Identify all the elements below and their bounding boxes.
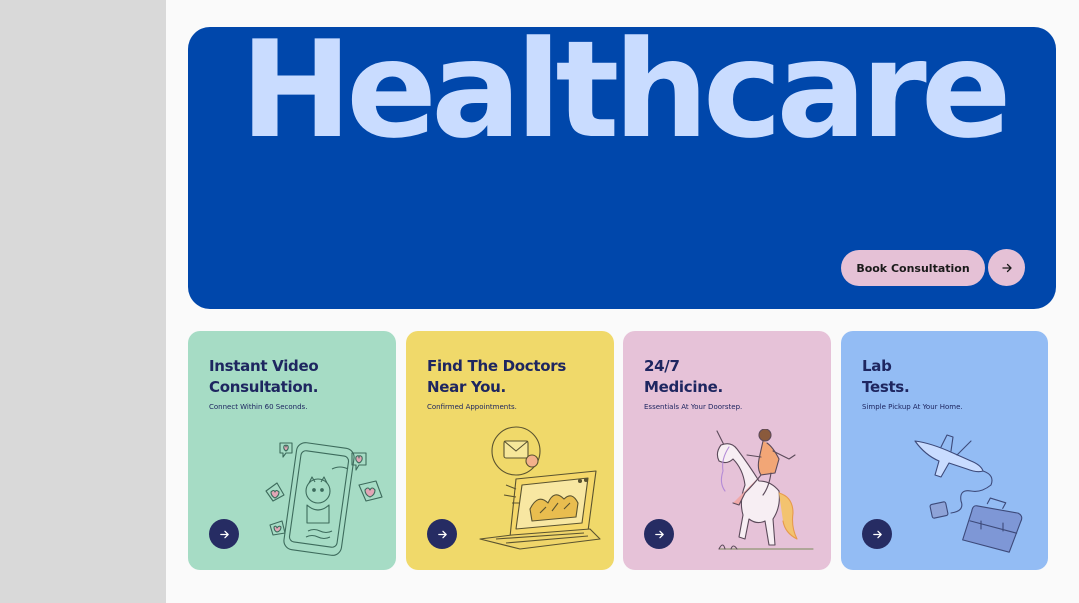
card-title: Lab Tests. <box>862 357 910 396</box>
card-subtitle: Confirmed Appointments. <box>427 403 517 411</box>
arrow-right-icon <box>654 530 664 538</box>
card-title: 24/7 Medicine. <box>644 357 723 396</box>
service-card-lab-tests[interactable]: Lab Tests. Simple Pickup At Your Home. <box>841 331 1048 570</box>
arrow-right-icon <box>872 530 882 538</box>
book-consultation-button[interactable]: Book Consultation <box>841 250 985 286</box>
arrow-right-icon <box>219 530 229 538</box>
hero-banner: Healthcare Book Consultation <box>188 27 1056 309</box>
card-title: Find The Doctors Near You. <box>427 357 566 396</box>
side-panel <box>0 0 166 603</box>
unicorn-rider-illustration <box>716 429 814 550</box>
airplane-briefcase-illustration <box>914 434 1023 553</box>
card-arrow-button[interactable] <box>862 519 892 549</box>
hero-title: Healthcare <box>240 27 1012 168</box>
card-subtitle: Connect Within 60 Seconds. <box>209 403 308 411</box>
card-title: Instant Video Consultation. <box>209 357 319 396</box>
service-card-medicine[interactable]: 24/7 Medicine. Essentials At Your Doorst… <box>623 331 831 570</box>
laptop-mail-illustration <box>479 426 601 550</box>
card-arrow-button[interactable] <box>644 519 674 549</box>
service-card-video-consultation[interactable]: Instant Video Consultation. Connect With… <box>188 331 396 570</box>
card-subtitle: Simple Pickup At Your Home. <box>862 403 963 411</box>
arrow-right-icon <box>1001 263 1012 272</box>
card-arrow-button[interactable] <box>427 519 457 549</box>
card-arrow-button[interactable] <box>209 519 239 549</box>
phone-video-call-illustration <box>265 442 383 556</box>
arrow-right-icon <box>437 530 447 538</box>
service-card-find-doctors[interactable]: Find The Doctors Near You. Confirmed App… <box>406 331 614 570</box>
card-subtitle: Essentials At Your Doorstep. <box>644 403 743 411</box>
book-consultation-arrow-button[interactable] <box>988 249 1025 286</box>
